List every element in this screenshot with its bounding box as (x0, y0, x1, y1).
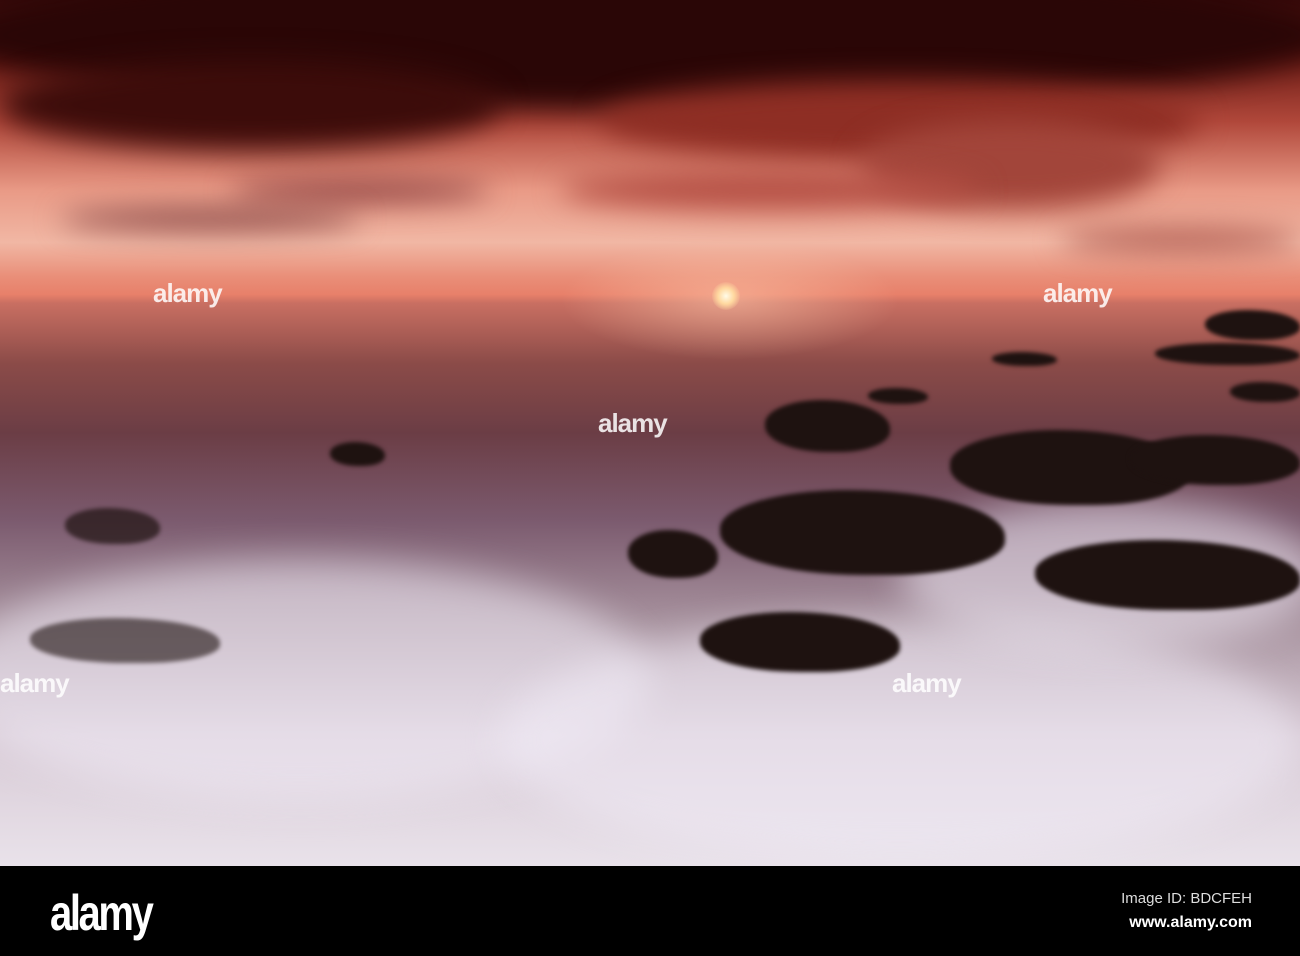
rock (1130, 435, 1300, 485)
watermark: alamy (0, 668, 70, 698)
rock (330, 442, 385, 466)
sun (712, 282, 740, 310)
rock (868, 388, 928, 404)
cloud (230, 180, 490, 202)
watermark: alamy (153, 278, 223, 308)
image-id: Image ID: BDCFEH (1121, 890, 1252, 907)
rock (1230, 382, 1300, 402)
footer-bar: alamy Image ID: BDCFEH www.alamy.com (0, 866, 1300, 956)
watermark: alamy (892, 668, 962, 698)
watermark: alamy (1043, 278, 1113, 308)
rock (992, 352, 1057, 366)
foam (500, 620, 1300, 860)
rock (720, 490, 1005, 575)
rock (65, 508, 160, 544)
rock (628, 530, 718, 578)
rock (1155, 343, 1300, 365)
cloud (0, 60, 500, 150)
alamy-logo: alamy (50, 885, 154, 941)
cloud (560, 170, 980, 210)
rock (765, 400, 890, 452)
cloud (60, 208, 360, 230)
cloud (1060, 228, 1300, 252)
website-link[interactable]: www.alamy.com (1129, 914, 1252, 932)
rock (1205, 310, 1300, 340)
sunset-seascape-photo: alamy alamy alamy alamy alamy (0, 0, 1300, 866)
watermark: alamy (598, 408, 668, 438)
